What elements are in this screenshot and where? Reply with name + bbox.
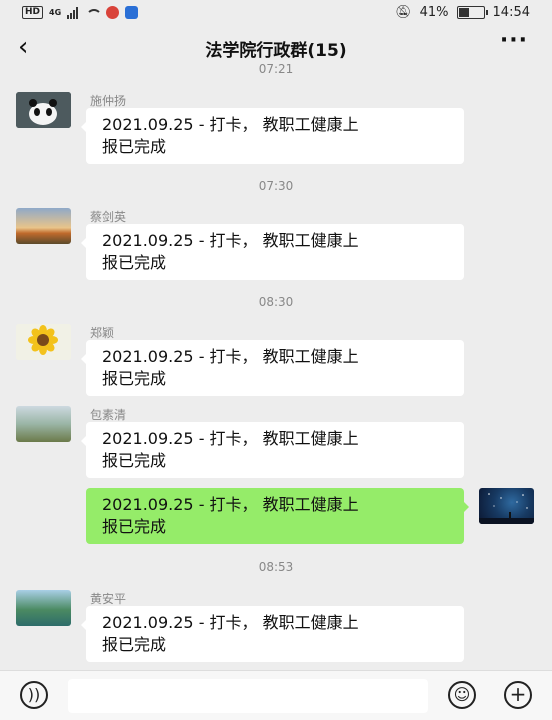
avatar[interactable] <box>16 208 71 244</box>
timestamp: 07:21 <box>258 62 294 76</box>
panda-avatar-image <box>16 92 71 128</box>
timestamp: 08:53 <box>258 560 294 574</box>
message-text-line: 报已完成 <box>102 253 167 272</box>
battery-icon <box>456 6 488 19</box>
avatar[interactable] <box>16 92 71 128</box>
message-bubble[interactable]: 2021.09.25 - 打卡， 教职工健康上 报已完成 <box>81 340 464 396</box>
message-bubble[interactable]: 2021.09.25 - 打卡， 教职工健康上 报已完成 <box>81 606 464 662</box>
message-text-line: 2021.09.25 - 打卡， 教职工健康上 <box>102 429 359 448</box>
signal-icon <box>67 6 79 19</box>
mute-icon: 🔕︎ <box>395 5 412 20</box>
battery-percent: 41% <box>419 5 449 20</box>
chat-area[interactable]: 07:21 施仲扬 2021.09.25 - 打卡， 教职工健康上 报已完成 0… <box>0 60 552 670</box>
message-bubble[interactable]: 2021.09.25 - 打卡， 教职工健康上 报已完成 <box>81 422 464 478</box>
message-text-line: 2021.09.25 - 打卡， 教职工健康上 <box>102 347 359 366</box>
wifi-icon <box>84 7 103 19</box>
message-text-line: 报已完成 <box>102 137 167 156</box>
message-input[interactable] <box>68 679 428 713</box>
message-text-line: 报已完成 <box>102 635 167 654</box>
plus-icon[interactable]: + <box>504 681 532 709</box>
message-text-line: 2021.09.25 - 打卡， 教职工健康上 <box>102 115 359 134</box>
page-title: 法学院行政群(15) <box>205 41 347 61</box>
voice-icon[interactable]: )) <box>20 681 48 709</box>
status-right: 🔕︎ 41% 14:54 <box>395 5 530 20</box>
emoji-icon[interactable]: ☺ <box>448 681 476 709</box>
status-left: HD 4G <box>22 6 139 19</box>
sender-name: 包素清 <box>90 408 127 422</box>
status-bar: HD 4G 🔕︎ 41% 14:54 <box>0 0 552 28</box>
avatar[interactable] <box>16 406 71 442</box>
message-bubble-outgoing[interactable]: 2021.09.25 - 打卡， 教职工健康上 报已完成 <box>86 488 469 544</box>
message-bubble[interactable]: 2021.09.25 - 打卡， 教职工健康上 报已完成 <box>81 108 464 164</box>
input-bar: )) ☺ + <box>0 670 552 720</box>
avatar[interactable] <box>16 590 71 626</box>
message-bubble[interactable]: 2021.09.25 - 打卡， 教职工健康上 报已完成 <box>81 224 464 280</box>
sender-name: 郑颖 <box>90 326 115 340</box>
message-text-line: 2021.09.25 - 打卡， 教职工健康上 <box>102 613 359 632</box>
network-type: 4G <box>49 8 62 17</box>
message-text-line: 报已完成 <box>102 451 167 470</box>
message-text-line: 报已完成 <box>102 369 167 388</box>
app-notification-icon <box>106 6 120 19</box>
my-avatar[interactable] <box>479 488 534 524</box>
clock: 14:54 <box>492 5 530 20</box>
message-text-line: 2021.09.25 - 打卡， 教职工健康上 <box>102 231 359 250</box>
message-text-line: 2021.09.25 - 打卡， 教职工健康上 <box>102 495 359 514</box>
sender-name: 黄安平 <box>90 592 127 606</box>
avatar[interactable] <box>16 324 71 360</box>
message-text-line: 报已完成 <box>102 517 167 536</box>
timestamp: 08:30 <box>258 295 294 309</box>
sender-name: 蔡剑英 <box>90 210 127 224</box>
starry-night-avatar-image <box>479 493 534 524</box>
timestamp: 07:30 <box>258 179 294 193</box>
more-icon[interactable]: ··· <box>500 28 528 53</box>
sender-name: 施仲扬 <box>90 94 127 108</box>
hd-badge: HD <box>22 6 44 19</box>
sunflower-avatar-image <box>16 324 71 360</box>
shield-icon <box>125 6 139 19</box>
